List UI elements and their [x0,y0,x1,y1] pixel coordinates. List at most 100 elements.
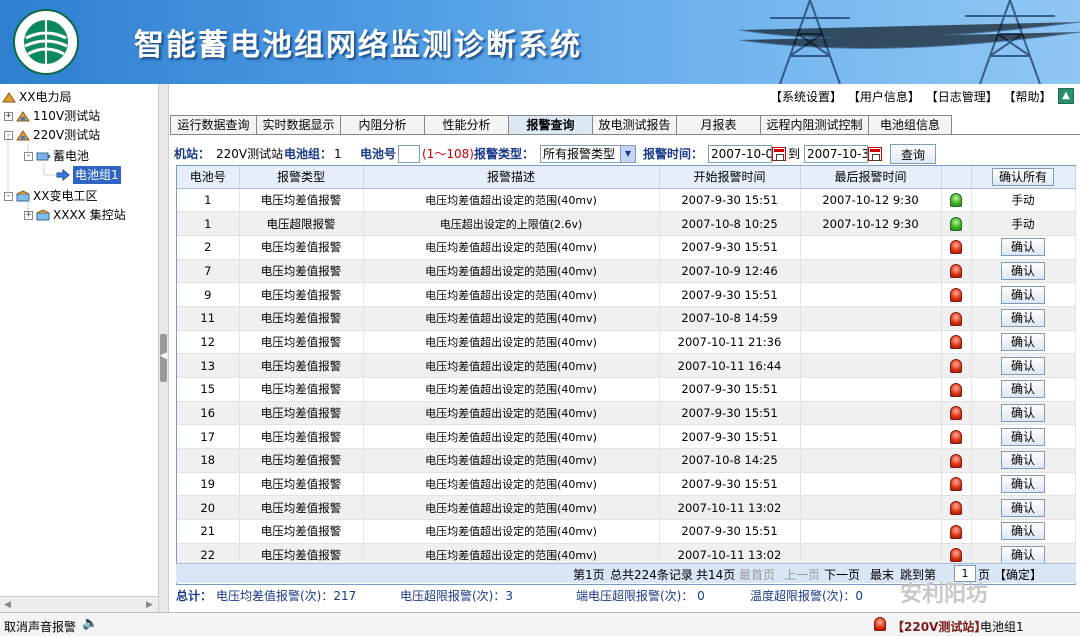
expand-icon[interactable]: + [24,210,33,220]
confirm-button[interactable]: 确认 [1001,475,1045,494]
cell-number-input[interactable] [398,145,420,163]
link-user-info[interactable]: 【用户信息】 [848,90,920,104]
last-time [800,282,942,307]
next-page-link[interactable]: 下一页 [824,566,860,583]
splitter-grip[interactable]: ◀ [160,334,167,382]
confirm-cell: 确认 [971,377,1076,402]
chevron-down-icon[interactable]: ▼ [620,146,635,162]
table-row: 2 电压均差值报警 电压均差值超出设定的范围(40mv) 2007-9-30 15:5… [177,235,1076,260]
panel-splitter[interactable]: ◀ [158,84,169,612]
tab-underline [170,134,1080,135]
confirm-all-button[interactable]: 确认所有 [992,167,1054,186]
scroll-left-icon[interactable]: ◀ [4,600,11,610]
date-from-input[interactable]: 2007-10-01 [708,145,772,163]
scroll-right-icon[interactable]: ▶ [146,600,153,610]
alarm-type-select[interactable]: 所有报警类型 ▼ [540,145,636,163]
alarm-description: 电压均差值超出设定的范围(40mv) [363,401,660,426]
alarm-type: 电压均差值报警 [239,424,364,450]
table-row: 17 电压均差值报警 电压均差值超出设定的范围(40mv) 2007-9-30 15:… [177,424,1076,450]
state-cell [941,353,972,378]
calendar-icon[interactable] [772,147,786,161]
alarm-light-icon [950,264,962,279]
state-cell [941,188,972,213]
confirm-button[interactable]: 确认 [1001,238,1045,257]
calendar-icon[interactable] [868,147,882,161]
table-row: 20 电压均差值报警 电压均差值超出设定的范围(40mv) 2007-10-11 13… [177,495,1076,521]
mute-alarm-link[interactable]: 取消声音报警 [4,618,76,635]
alarm-type: 电压均差值报警 [239,330,364,355]
confirm-button[interactable]: 确认 [1001,546,1045,565]
expand-icon[interactable]: + [4,111,13,121]
query-button[interactable]: 查询 [890,144,936,164]
cell-number: 19 [177,472,240,497]
tree-node-control-station[interactable]: + XXXX 集控站 [24,206,126,224]
tree-node-bureau[interactable]: XX电力局 [2,88,71,106]
confirm-button[interactable]: 确认 [1001,380,1045,399]
tree-node-battery[interactable]: - 蓄电池 [24,147,89,165]
tab-monthly-report[interactable]: 月报表 [676,115,760,135]
alarm-light-icon [950,524,962,539]
power-tower-icon [740,0,1080,84]
confirm-button[interactable]: 确认 [1001,498,1045,517]
link-system-settings[interactable]: 【系统设置】 [770,90,842,104]
collapse-up-icon[interactable]: ▲ [1058,88,1074,104]
collapse-icon[interactable]: - [4,130,13,140]
cell-number: 21 [177,519,240,544]
last-time [800,424,942,450]
prev-page-link[interactable]: 上一页 [784,566,820,583]
tab-run-data-query[interactable]: 运行数据查询 [170,115,256,135]
tab-realtime-data[interactable]: 实时数据显示 [256,115,340,135]
tree-node-220v-station[interactable]: - 220V测试站 [4,126,100,144]
confirm-mode: 手动 [1011,216,1035,231]
cell-range-hint: (1～108) [422,147,474,161]
collapse-icon[interactable]: - [24,151,33,161]
link-log-management[interactable]: 【日志管理】 [926,90,998,104]
confirm-cell: 确认 [971,519,1076,544]
date-to-input[interactable]: 2007-10-30 [804,145,868,163]
tree-horizontal-scrollbar[interactable]: ◀ ▶ [0,596,158,612]
goto-confirm-button[interactable]: 【确定】 [994,566,1042,583]
tab-remote-resistance-test[interactable]: 远程内阻测试控制 [760,115,868,135]
confirm-button[interactable]: 确认 [1001,451,1045,470]
confirm-button[interactable]: 确认 [1001,261,1045,280]
confirm-button[interactable]: 确认 [1001,332,1045,351]
start-time: 2007-9-30 15:51 [659,519,801,544]
confirm-cell: 确认 [971,235,1076,260]
bureau-icon [2,92,16,103]
alarm-type: 电压均差值报警 [239,282,364,307]
tab-discharge-report[interactable]: 放电测试报告 [592,115,676,135]
confirm-button[interactable]: 确认 [1001,522,1045,541]
confirm-button[interactable]: 确认 [1001,427,1045,446]
collapse-icon[interactable]: - [4,191,13,201]
total-pages: 共14页 [696,568,736,582]
tab-performance[interactable]: 性能分析 [424,115,508,135]
tree-node-battery-group-1[interactable]: 电池组1 [56,166,121,184]
confirm-button[interactable]: 确认 [1001,356,1045,375]
confirm-button[interactable]: 确认 [1001,404,1045,423]
top-links: 【系统设置】 【用户信息】 【日志管理】 【帮助】 [770,88,1054,105]
start-time: 2007-10-11 16:44 [659,353,801,378]
table-row: 1 电压均差值报警 电压均差值超出设定的范围(40mv) 2007-9-30 15:5… [177,188,1076,213]
confirm-button[interactable]: 确认 [1001,285,1045,304]
tab-battery-group-info[interactable]: 电池组信息 [868,115,952,135]
state-grid-logo-icon [13,9,79,75]
confirm-cell: 确认 [971,353,1076,378]
tree-node-110v-station[interactable]: + 110V测试站 [4,107,100,125]
speaker-icon[interactable]: 🔈 [82,616,98,631]
cell-number: 16 [177,401,240,426]
tree-node-label: XX变电工区 [33,189,98,203]
last-page-link[interactable]: 最末 [870,566,894,583]
link-help[interactable]: 【帮助】 [1004,90,1052,104]
first-page-link[interactable]: 最首页 [739,566,775,583]
tab-alarm-query[interactable]: 报警查询 [508,115,592,135]
tree-node-substation-area[interactable]: - XX变电工区 [4,187,97,205]
confirm-button[interactable]: 确认 [1001,309,1045,328]
function-tabs: 运行数据查询 实时数据显示 内阻分析 性能分析 报警查询 放电测试报告 月报表 … [170,115,952,135]
group-value: 1 [334,147,342,161]
to-label: 到 [788,147,801,161]
alarm-time-label: 报警时间： [643,147,704,161]
tab-internal-resistance[interactable]: 内阻分析 [340,115,424,135]
state-cell [941,424,972,450]
state-cell [941,211,972,236]
state-cell [941,495,972,521]
